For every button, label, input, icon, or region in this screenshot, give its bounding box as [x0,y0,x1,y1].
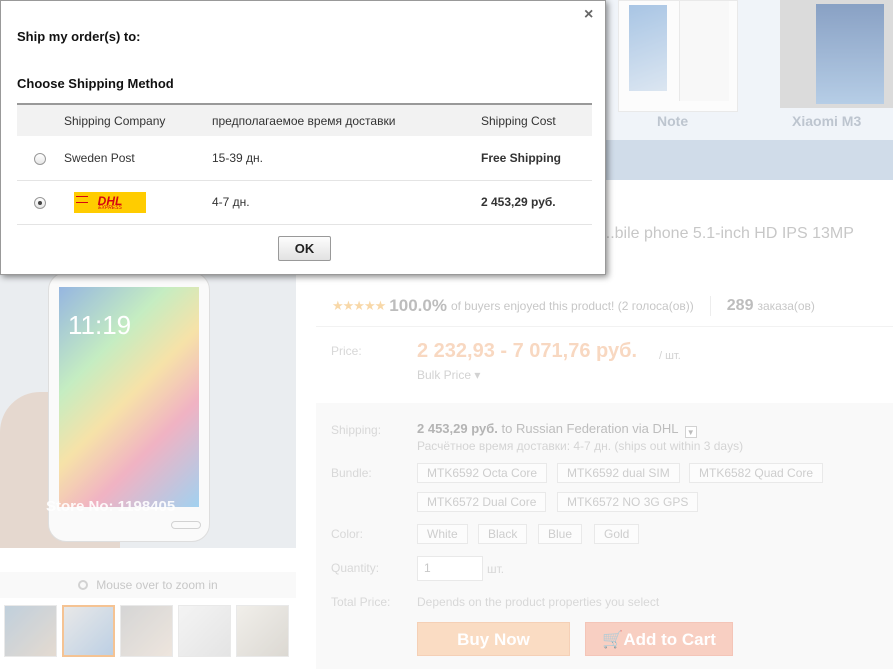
dialog-heading: Ship my order(s) to: [17,29,141,44]
delivery-time: 4-7 дн. [212,180,481,225]
orders-count: 289 [726,297,754,314]
main-product-image[interactable]: 11:19 Store No: 1198405 [0,272,296,548]
price-label: Price: [331,344,362,358]
category-strip [595,140,893,180]
bundle-option[interactable]: MTK6592 dual SIM [557,463,680,483]
table-header-row: Shipping Company предполагаемое время до… [17,103,592,136]
quantity-unit: шт. [487,562,505,576]
shipping-label: Shipping: [331,423,382,437]
col-delivery-time: предполагаемое время доставки [212,103,481,136]
rating-text[interactable]: of buyers enjoyed this product! (2 голос… [451,299,694,313]
shipping-method-heading: Choose Shipping Method [17,76,174,91]
thumbnail[interactable] [236,605,289,657]
price-range: 2 232,93 - 7 071,76 руб. [417,340,638,362]
home-button-graphic [171,521,201,529]
shipping-table: Shipping Company предполагаемое время до… [17,103,592,225]
color-option[interactable]: Gold [594,524,640,544]
thumbnail[interactable] [120,605,173,657]
banner-label-xiaomi: Xiaomi M3 [792,113,862,129]
shipping-method-dialog: × Ship my order(s) to: Choose Shipping M… [0,0,606,275]
add-to-cart-button[interactable]: 🛒Add to Cart [585,622,733,656]
rating-percent: 100.0% [389,296,447,315]
orders-label: заказа(ов) [757,299,815,313]
table-row[interactable]: DHL EXPRESS 4-7 дн. 2 453,29 руб. [17,180,592,225]
close-icon[interactable]: × [584,7,593,23]
rating-row: ★★★★★ 100.0% of buyers enjoyed this prod… [332,296,815,316]
thumbnail-strip [4,605,289,657]
bundle-option[interactable]: MTK6572 Dual Core [417,492,547,512]
shipping-summary: 2 453,29 руб. to Russian Federation via … [417,421,697,438]
bundle-option[interactable]: MTK6572 NO 3G GPS [557,492,699,512]
quantity-input[interactable]: 1 [417,556,483,581]
col-shipping-company: Shipping Company [64,103,212,136]
ok-button[interactable]: OK [278,236,331,261]
cart-icon: 🛒 [602,630,624,649]
radio-dhl[interactable] [34,196,46,209]
delivery-time: 15-39 дн. [212,136,481,181]
rating-stars-icon: ★★★★★ [332,298,386,313]
bundle-option[interactable]: MTK6592 Octa Core [417,463,548,483]
thumbnail[interactable] [4,605,57,657]
zoom-hint-text: Mouse over to zoom in [96,578,218,592]
bundle-option[interactable]: MTK6582 Quad Core [689,463,824,483]
total-price-text: Depends on the product properties you se… [417,595,660,609]
bundle-label: Bundle: [331,466,372,480]
store-watermark: Store No: 1198405 [46,498,176,515]
banner-phone-xiaomi[interactable] [780,0,893,108]
color-label: Color: [331,527,364,541]
banner-label-note: Note [657,113,689,129]
table-row[interactable]: Sweden Post 15-39 дн. Free Shipping [17,136,592,181]
thumbnail[interactable] [178,605,231,657]
zoom-hint-bar: Mouse over to zoom in [0,572,296,598]
chevron-down-icon[interactable]: ▼ [684,426,697,438]
dhl-logo: DHL EXPRESS [74,191,146,213]
radio-sweden-post[interactable] [34,152,46,165]
price-unit: / шт. [659,350,681,362]
col-shipping-cost: Shipping Cost [481,103,592,136]
banner-phone-note[interactable] [618,0,738,112]
color-option[interactable]: White [417,524,468,544]
magnifier-icon [78,580,89,590]
thumbnail[interactable] [62,605,115,657]
color-option[interactable]: Black [478,524,528,544]
shipping-estimate: Расчётное время доставки: 4-7 дн. (ships… [417,439,744,453]
buy-now-button[interactable]: Buy Now [417,622,570,656]
company-name: Sweden Post [64,136,212,181]
related-products-banner: Note Xiaomi M3 [600,0,893,140]
phone-clock: 11:19 [68,310,132,340]
quantity-label: Quantity: [331,561,380,575]
color-option[interactable]: Blue [538,524,583,544]
shipping-cost: Free Shipping [481,136,592,181]
total-price-label: Total Price: [331,595,391,609]
bulk-price-link[interactable]: Bulk Price ▾ [417,368,480,382]
shipping-cost: 2 453,29 руб. [481,180,592,225]
shipping-destination[interactable]: Russian Federation via DHL [516,421,678,436]
shipping-cost: 2 453,29 руб. [417,421,498,436]
